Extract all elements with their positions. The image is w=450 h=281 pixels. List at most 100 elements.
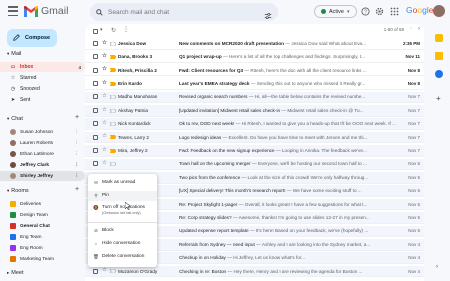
email-row[interactable]: ☆ Dana, Brooks 3 Q1 project wrap-up — Here… (85, 51, 424, 63)
important-marker-icon[interactable] (109, 121, 117, 127)
refresh-icon[interactable]: ↻ (111, 27, 116, 34)
row-checkbox[interactable] (93, 268, 98, 274)
menu-item-block[interactable]: ⊘ Block (88, 226, 157, 236)
menu-item-mark-as-unread[interactable]: ✉ Mark as unread (88, 178, 157, 188)
star-icon[interactable]: ☆ (102, 67, 107, 73)
important-marker-icon[interactable] (109, 268, 117, 274)
rooms-section-title[interactable]: ▾ Rooms (7, 188, 29, 194)
settings-icon[interactable] (374, 6, 384, 16)
chat-item[interactable]: Shirley Jeffrey ⋮ (0, 171, 85, 181)
important-marker-icon[interactable] (109, 67, 117, 73)
compose-button[interactable]: Compose (7, 29, 57, 47)
row-checkbox[interactable] (93, 121, 98, 127)
sidebar-item-snoozed[interactable]: ◷ Snoozed (0, 84, 85, 94)
search-bar[interactable] (90, 3, 278, 21)
important-marker-icon[interactable] (109, 94, 117, 100)
room-item[interactable]: Deliveries (0, 199, 85, 209)
menu-icon[interactable] (8, 6, 18, 16)
menu-item-delete-conversation[interactable]: 🗑 Delete conversation (88, 252, 157, 262)
more-vert-icon[interactable]: ⋮ (75, 151, 80, 157)
email-row[interactable]: ☆ Ritesh, Priscilla 2 Fwd: Client resource… (85, 64, 424, 77)
google-logo[interactable]: Google (406, 5, 433, 15)
mail-section-title[interactable]: ▾ Mail (7, 51, 21, 57)
row-checkbox[interactable] (93, 94, 98, 100)
star-icon[interactable]: ☆ (102, 94, 107, 100)
email-row[interactable]: ☆ Madhu Manoharan Revised organic search n… (85, 91, 424, 104)
account-avatar[interactable] (433, 5, 445, 17)
chevron-down-icon[interactable]: ▾ (100, 27, 103, 33)
add-addon-icon[interactable]: + (436, 94, 441, 103)
room-item[interactable]: Eng Room (0, 243, 85, 253)
email-row[interactable]: ☆ Akshay Patnia [Updated invitation] Midwe… (85, 105, 424, 117)
meet-section-title[interactable]: ▸ Meet (7, 270, 24, 276)
room-item[interactable]: Marketing Team (0, 254, 85, 264)
menu-item-turn-off-notifications[interactable]: 🔕 Turn off notifications (Omission set tai… (88, 203, 157, 219)
more-vert-icon[interactable]: ⋮ (75, 173, 80, 179)
star-icon[interactable]: ☆ (102, 80, 107, 87)
row-checkbox[interactable] (93, 67, 98, 73)
search-options-icon[interactable] (264, 7, 272, 25)
star-icon[interactable]: ☆ (102, 120, 107, 127)
chevron-right-icon[interactable]: › (436, 264, 438, 270)
more-vert-icon[interactable]: ⋮ (75, 162, 80, 168)
star-icon[interactable]: ☆ (102, 107, 107, 114)
star-icon[interactable]: ☆ (102, 40, 107, 47)
important-marker-icon[interactable] (109, 81, 117, 86)
apps-grid-icon[interactable] (389, 6, 399, 16)
room-item[interactable]: Design Team (0, 210, 85, 220)
row-checkbox[interactable] (93, 80, 98, 86)
tasks-icon[interactable] (435, 70, 443, 78)
star-icon[interactable]: ☆ (102, 147, 107, 154)
important-marker-icon[interactable] (109, 134, 117, 140)
select-all-checkbox[interactable] (93, 29, 98, 34)
chat-item[interactable]: Susan Johnson ⋮ (0, 127, 85, 137)
status-selector[interactable]: Active ▾ (314, 5, 357, 18)
search-icon[interactable] (90, 8, 108, 16)
star-icon[interactable]: ☆ (102, 161, 107, 167)
row-checkbox[interactable] (93, 161, 98, 167)
email-row[interactable]: ☆ Teams, Larry 2 Logo redesign ideas — Exc… (85, 131, 424, 144)
more-vert-icon[interactable]: ⋮ (75, 140, 80, 146)
more-vert-icon[interactable]: ⋮ (75, 129, 80, 135)
prev-page-icon[interactable]: ‹ (410, 26, 412, 32)
email-row[interactable]: ☆ Town hall on the upcoming merger — Ever… (85, 158, 424, 171)
calendar-icon[interactable] (435, 34, 443, 42)
email-row[interactable]: ☆ Muzamon O'Grady Checking in re: Boston —… (85, 265, 424, 278)
chat-item[interactable]: Jeffrey Clark ⋮ (0, 160, 85, 170)
email-row[interactable]: ☆ Jessica Dow New comments on MCR2020 draf… (85, 38, 424, 50)
search-input[interactable] (108, 8, 248, 16)
important-marker-icon[interactable] (109, 148, 117, 153)
important-marker-icon[interactable] (109, 108, 117, 113)
row-checkbox[interactable] (93, 134, 98, 140)
important-marker-icon[interactable] (109, 41, 117, 46)
sidebar-item-starred[interactable]: ☆ Starred (0, 73, 85, 83)
row-checkbox[interactable] (93, 147, 98, 153)
keep-icon[interactable] (435, 52, 443, 60)
new-chat-button[interactable]: + (75, 114, 79, 121)
star-icon[interactable]: ☆ (102, 134, 107, 140)
gmail-logo[interactable]: Gmail (24, 5, 68, 17)
chat-section-title[interactable]: ▾ Chat (7, 116, 23, 122)
next-page-icon[interactable]: › (418, 26, 420, 32)
sidebar-item-sent[interactable]: ➤ Sent (0, 95, 85, 105)
chat-item[interactable]: Ethan Lattimore ⋮ (0, 149, 85, 159)
menu-item-pin[interactable]: ⚲ Pin (88, 191, 157, 201)
room-item[interactable]: Eng Team (0, 232, 85, 242)
important-marker-icon[interactable] (109, 161, 117, 167)
more-vert-icon[interactable]: ⋮ (123, 26, 129, 33)
row-checkbox[interactable] (93, 40, 98, 46)
chat-item[interactable]: Lauren Roberts ⋮ (0, 138, 85, 148)
important-marker-icon[interactable] (109, 54, 117, 60)
row-checkbox[interactable] (93, 54, 98, 60)
star-icon[interactable]: ☆ (102, 53, 107, 60)
menu-item-hide-conversation[interactable]: ⌂ Hide conversation (88, 239, 157, 249)
help-icon[interactable]: ? (360, 6, 370, 16)
email-row[interactable]: ☆ Nick Kontardick Ok to rev, DOD next week… (85, 118, 424, 130)
row-checkbox[interactable] (93, 107, 98, 113)
sidebar-item-inbox[interactable]: ▭ Inbox 4 (0, 62, 85, 72)
email-row[interactable]: ☆ Mira, Jeffrey 2 Fwd: Feedback on the new… (85, 145, 424, 157)
new-room-button[interactable]: + (75, 186, 79, 193)
star-icon[interactable]: ☆ (102, 268, 107, 274)
email-row[interactable]: ☆ Erin Kardo Last year's EMEA strategy dec… (85, 78, 424, 90)
room-item[interactable]: General Chat (0, 221, 85, 231)
